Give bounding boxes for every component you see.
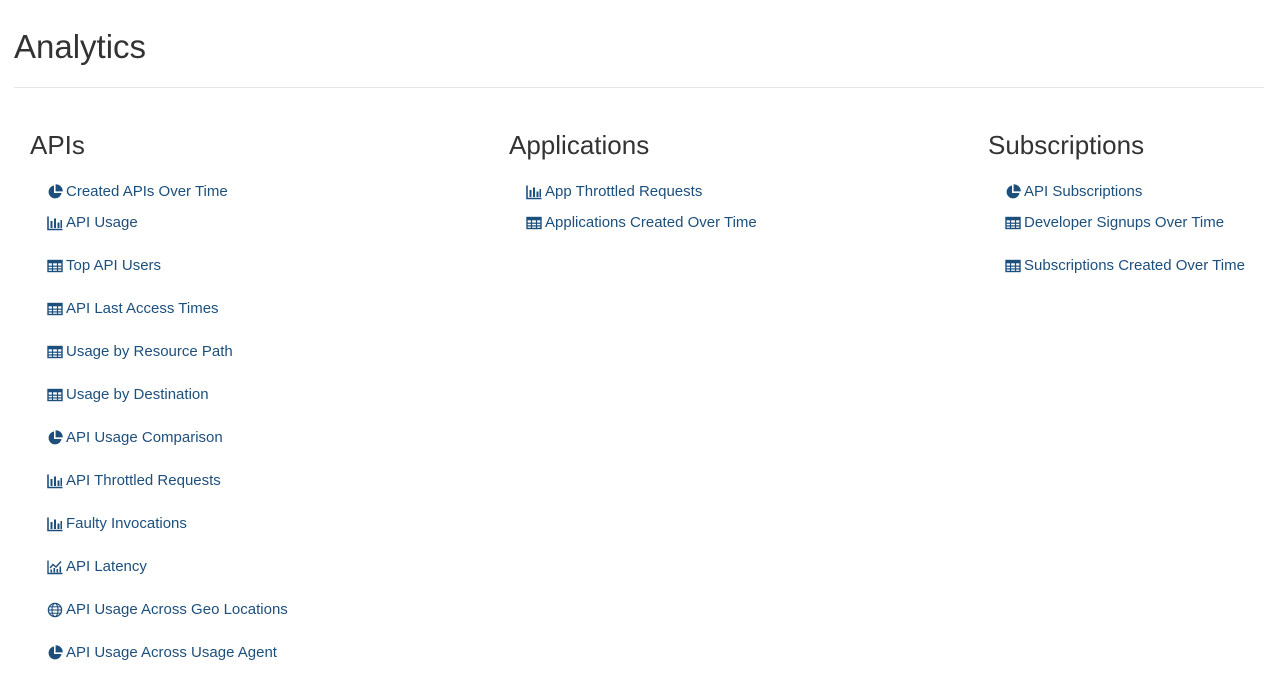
subscriptions-link-list: API Subscriptions Developer Signups Over … xyxy=(988,182,1245,287)
report-link-label: Usage by Destination xyxy=(66,385,209,403)
bar-chart-icon xyxy=(47,215,63,231)
title-divider xyxy=(14,87,1264,88)
report-link-api-usage-comparison[interactable]: API Usage Comparison xyxy=(30,416,288,459)
report-link-faulty-invocations[interactable]: Faulty Invocations xyxy=(30,502,288,545)
report-link-label: Top API Users xyxy=(66,256,162,274)
page-title: Analytics xyxy=(14,28,147,65)
report-link-api-usage-across-geo-locations[interactable]: API Usage Across Geo Locations xyxy=(30,588,288,631)
report-link-api-latency[interactable]: API Latency xyxy=(30,545,288,588)
table-icon xyxy=(47,344,63,360)
report-link-subscriptions-created-over-time[interactable]: Subscriptions Created Over Time xyxy=(988,244,1245,287)
bar-chart-icon xyxy=(47,516,63,532)
report-link-usage-by-destination[interactable]: Usage by Destination xyxy=(30,373,288,416)
report-link-api-subscriptions[interactable]: API Subscriptions xyxy=(988,182,1245,201)
subscriptions-section: Subscriptions API Subscriptions Developer… xyxy=(988,128,1245,274)
report-link-label: Developer Signups Over Time xyxy=(1024,213,1225,231)
applications-section: Applications App Throttled Requests Appli… xyxy=(509,128,757,231)
report-link-label: API Last Access Times xyxy=(66,299,219,317)
globe-icon xyxy=(47,602,63,618)
report-link-label: API Throttled Requests xyxy=(66,471,221,489)
report-link-label: API Usage Across Geo Locations xyxy=(66,600,288,618)
pie-chart-icon xyxy=(47,644,63,661)
report-link-label: API Usage Across Usage Agent xyxy=(66,643,277,661)
report-link-label: Created APIs Over Time xyxy=(66,182,228,200)
applications-link-list: App Throttled Requests Applications Creat… xyxy=(509,182,757,244)
report-link-label: Faulty Invocations xyxy=(66,514,187,532)
pie-chart-icon xyxy=(47,429,63,446)
line-chart-icon xyxy=(47,559,63,575)
report-link-api-usage-across-usage-agent[interactable]: API Usage Across Usage Agent xyxy=(30,631,288,674)
table-icon xyxy=(47,258,63,274)
report-link-created-apis-over-time[interactable]: Created APIs Over Time xyxy=(30,182,288,201)
report-link-app-throttled-requests[interactable]: App Throttled Requests xyxy=(509,182,757,201)
report-link-label: App Throttled Requests xyxy=(545,182,703,200)
table-icon xyxy=(526,215,542,231)
table-icon xyxy=(1005,215,1021,231)
report-link-usage-by-resource-path[interactable]: Usage by Resource Path xyxy=(30,330,288,373)
bar-chart-icon xyxy=(526,184,542,200)
pie-chart-icon xyxy=(1005,183,1021,200)
report-link-label: API Usage Comparison xyxy=(66,428,223,446)
report-link-label: API Latency xyxy=(66,557,147,575)
report-link-label: API Subscriptions xyxy=(1024,182,1143,200)
analytics-page: Analytics APIs Created APIs Over Time API… xyxy=(0,0,1264,695)
report-link-label: API Usage xyxy=(66,213,138,231)
apis-section: APIs Created APIs Over Time API Usage Top … xyxy=(30,128,288,661)
report-link-api-last-access-times[interactable]: API Last Access Times xyxy=(30,287,288,330)
table-icon xyxy=(47,301,63,317)
table-icon xyxy=(1005,258,1021,274)
report-link-api-throttled-requests[interactable]: API Throttled Requests xyxy=(30,459,288,502)
report-link-top-api-users[interactable]: Top API Users xyxy=(30,244,288,287)
pie-chart-icon xyxy=(47,183,63,200)
applications-heading: Applications xyxy=(509,130,650,160)
report-link-label: Applications Created Over Time xyxy=(545,213,757,231)
report-link-label: Subscriptions Created Over Time xyxy=(1024,256,1245,274)
report-link-label: Usage by Resource Path xyxy=(66,342,233,360)
table-icon xyxy=(47,387,63,403)
report-link-api-usage[interactable]: API Usage xyxy=(30,201,288,244)
report-link-developer-signups-over-time[interactable]: Developer Signups Over Time xyxy=(988,201,1245,244)
apis-heading: APIs xyxy=(30,130,85,160)
bar-chart-icon xyxy=(47,473,63,489)
subscriptions-heading: Subscriptions xyxy=(988,130,1145,160)
apis-link-list: Created APIs Over Time API Usage Top API U… xyxy=(30,182,288,674)
report-link-applications-created-over-time[interactable]: Applications Created Over Time xyxy=(509,201,757,244)
